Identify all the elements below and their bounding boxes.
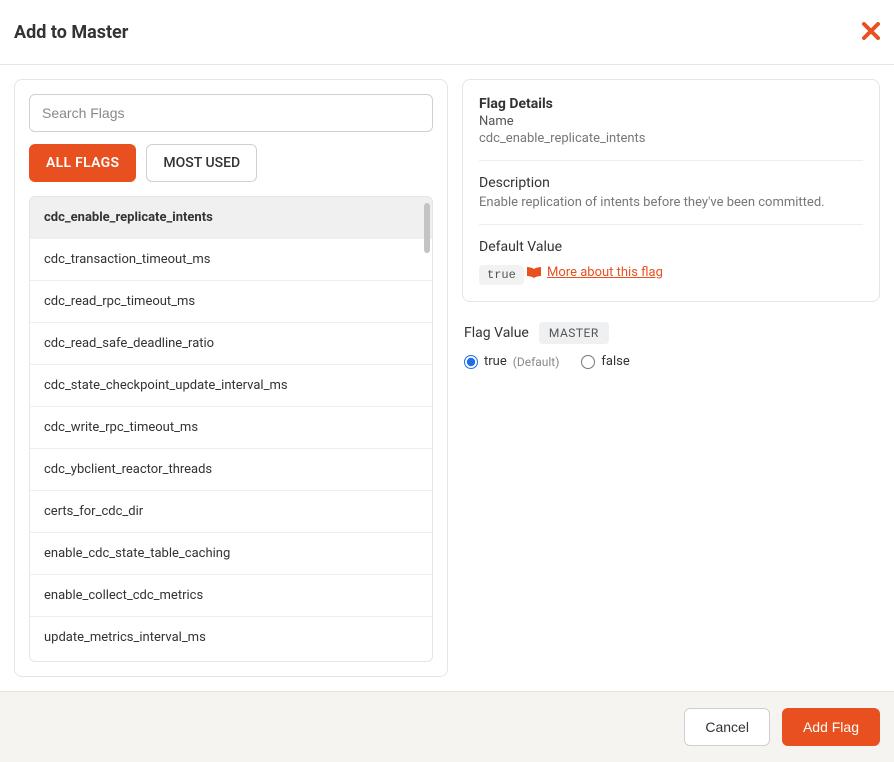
radio-false-input[interactable] — [581, 355, 595, 369]
details-name-label: Name — [479, 114, 863, 129]
flag-list-item[interactable]: update_metrics_interval_ms — [30, 617, 432, 658]
more-about-flag-link[interactable]: More about this flag — [527, 265, 663, 280]
details-heading: Flag Details — [479, 96, 863, 112]
flag-list-item[interactable]: cdc_write_rpc_timeout_ms — [30, 407, 432, 449]
flag-list-panel: ALL FLAGS MOST USED cdc_enable_replicate… — [14, 79, 448, 677]
radio-row: true (Default) false — [464, 354, 878, 369]
close-icon[interactable] — [862, 18, 880, 46]
details-panel: Flag Details Name cdc_enable_replicate_i… — [462, 79, 880, 677]
flag-list-item[interactable]: cdc_read_rpc_timeout_ms — [30, 281, 432, 323]
modal-header: Add to Master — [0, 0, 894, 65]
search-input[interactable] — [29, 94, 433, 132]
flag-list-wrapper: cdc_enable_replicate_intentscdc_transact… — [29, 196, 433, 662]
radio-false-label: false — [601, 354, 629, 369]
add-flag-button[interactable]: Add Flag — [782, 708, 880, 746]
flag-list-item[interactable]: cdc_ybclient_reactor_threads — [30, 449, 432, 491]
modal-title: Add to Master — [14, 22, 128, 43]
details-description-label: Description — [479, 175, 863, 191]
flag-list-item[interactable]: enable_cdc_state_table_caching — [30, 533, 432, 575]
flag-list-item[interactable]: cdc_enable_replicate_intents — [30, 197, 432, 239]
flag-value-section: Flag Value MASTER true (Default) false — [462, 322, 880, 369]
flag-details-card: Flag Details Name cdc_enable_replicate_i… — [462, 79, 880, 302]
divider — [479, 224, 863, 225]
details-default-label: Default Value — [479, 239, 863, 255]
details-default-value: true — [479, 265, 524, 285]
flag-list-item[interactable]: certs_for_cdc_dir — [30, 491, 432, 533]
radio-true-label: true — [484, 354, 507, 369]
scope-badge: MASTER — [539, 322, 609, 344]
radio-false-option[interactable]: false — [581, 354, 629, 369]
details-description-value: Enable replication of intents before the… — [479, 195, 863, 210]
radio-default-suffix: (Default) — [513, 355, 560, 369]
book-icon — [527, 267, 541, 278]
flag-list[interactable]: cdc_enable_replicate_intentscdc_transact… — [30, 197, 432, 661]
cancel-button[interactable]: Cancel — [684, 708, 770, 746]
radio-true-input[interactable] — [464, 355, 478, 369]
tab-row: ALL FLAGS MOST USED — [29, 144, 433, 182]
divider — [479, 160, 863, 161]
flag-value-header: Flag Value MASTER — [464, 322, 878, 344]
more-link-text: More about this flag — [547, 265, 663, 280]
tab-all-flags[interactable]: ALL FLAGS — [29, 144, 136, 182]
flag-list-item[interactable]: cdc_read_safe_deadline_ratio — [30, 323, 432, 365]
modal-body: ALL FLAGS MOST USED cdc_enable_replicate… — [0, 65, 894, 691]
flag-value-title: Flag Value — [464, 325, 529, 341]
tab-most-used[interactable]: MOST USED — [146, 144, 257, 182]
scrollbar-thumb[interactable] — [424, 203, 430, 253]
radio-true-option[interactable]: true (Default) — [464, 354, 559, 369]
flag-list-item[interactable]: cdc_transaction_timeout_ms — [30, 239, 432, 281]
flag-list-item[interactable]: enable_collect_cdc_metrics — [30, 575, 432, 617]
details-name-value: cdc_enable_replicate_intents — [479, 131, 863, 146]
modal-footer: Cancel Add Flag — [0, 691, 894, 762]
flag-list-item[interactable]: cdc_state_checkpoint_update_interval_ms — [30, 365, 432, 407]
